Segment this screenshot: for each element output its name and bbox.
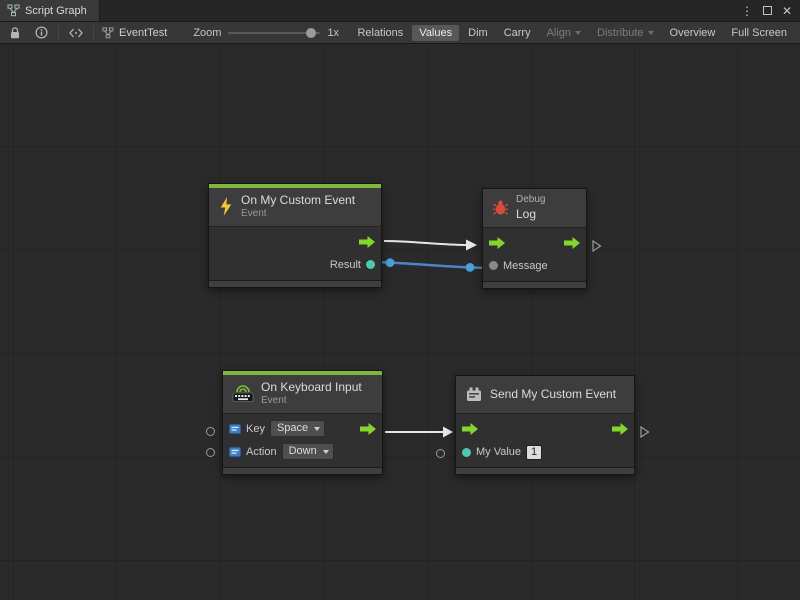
close-icon[interactable]: ✕: [782, 5, 792, 17]
toolbar-divider: [58, 26, 59, 40]
graph-name-label: EventTest: [119, 27, 167, 39]
key-input-port[interactable]: [206, 427, 215, 436]
node-header[interactable]: Send My Custom Event: [456, 376, 634, 414]
kebab-menu-icon[interactable]: ⋮: [741, 5, 753, 17]
flow-input-port[interactable]: [462, 423, 478, 435]
my-value-port[interactable]: [462, 448, 471, 457]
node-footer: [456, 467, 634, 474]
zoom-control: Zoom 1x: [193, 27, 339, 39]
graph-asset-icon: [102, 27, 114, 39]
flow-output-port[interactable]: [360, 423, 376, 435]
script-graph-icon: [7, 4, 20, 17]
enum-type-icon: [229, 423, 241, 435]
align-dropdown-button[interactable]: Align: [540, 25, 588, 41]
toolbar-buttons: Relations Values Dim Carry Align Distrib…: [350, 25, 794, 41]
node-header[interactable]: On Keyboard Input Event: [223, 375, 382, 414]
connection-value-result-to-message[interactable]: [369, 258, 491, 272]
result-value-port[interactable]: [366, 260, 375, 269]
my-value-input[interactable]: [526, 445, 542, 460]
script-graph-window: Script Graph ⋮ ✕: [0, 0, 800, 600]
node-body: Message: [483, 228, 586, 281]
tab-strip-empty: [100, 0, 741, 21]
zoom-slider-knob[interactable]: [306, 28, 316, 38]
carry-button[interactable]: Carry: [497, 25, 538, 41]
flow-output-port[interactable]: [359, 236, 375, 248]
node-on-my-custom-event[interactable]: On My Custom Event Event Result: [208, 183, 382, 288]
action-dropdown[interactable]: Down: [282, 443, 334, 460]
graph-toolbar: EventTest Zoom 1x Relations Values Dim C…: [0, 22, 800, 44]
node-header[interactable]: Debug Log: [483, 189, 586, 228]
zoom-label: Zoom: [193, 27, 221, 39]
connection-flow-keyboard-to-sendevent[interactable]: [385, 427, 453, 438]
node-body: Key Space Action Down: [223, 414, 382, 467]
flow-output-port[interactable]: [564, 237, 580, 249]
node-footer: [223, 467, 382, 474]
graph-canvas[interactable]: On My Custom Event Event Result: [0, 44, 800, 600]
node-category: Debug: [516, 194, 545, 207]
result-port-label: Result: [330, 259, 361, 271]
chevron-down-icon: [575, 31, 581, 35]
node-body: My Value: [456, 414, 634, 467]
maximize-icon[interactable]: [763, 6, 772, 15]
connection-flow-customevent-to-log[interactable]: [384, 240, 477, 251]
relations-button[interactable]: Relations: [350, 25, 410, 41]
lock-icon[interactable]: [6, 24, 24, 42]
action-port-label: Action: [246, 446, 277, 458]
node-footer: [483, 281, 586, 288]
bug-icon: [492, 199, 509, 216]
graph-reference[interactable]: EventTest: [102, 27, 167, 39]
fullscreen-button[interactable]: Full Screen: [724, 25, 794, 41]
node-subtitle: Event: [241, 208, 355, 221]
distribute-dropdown-button[interactable]: Distribute: [590, 25, 660, 41]
node-on-keyboard-input[interactable]: On Keyboard Input Event Key Space: [222, 370, 383, 475]
dim-button[interactable]: Dim: [461, 25, 495, 41]
zoom-value: 1x: [327, 27, 339, 39]
node-title: On Keyboard Input: [261, 380, 362, 395]
node-title: Log: [516, 207, 545, 222]
overview-button[interactable]: Overview: [663, 25, 723, 41]
my-value-input-port[interactable]: [436, 449, 445, 458]
values-button[interactable]: Values: [412, 25, 459, 41]
my-value-label: My Value: [476, 446, 521, 458]
tab-title: Script Graph: [25, 5, 87, 17]
info-icon[interactable]: [32, 24, 50, 42]
enum-type-icon: [229, 446, 241, 458]
tab-script-graph[interactable]: Script Graph: [0, 0, 100, 21]
node-debug-log[interactable]: Debug Log Message: [482, 188, 587, 289]
tab-bar: Script Graph ⋮ ✕: [0, 0, 800, 22]
custom-event-machine-icon: [465, 386, 483, 403]
node-title: On My Custom Event: [241, 193, 355, 208]
node-subtitle: Event: [261, 395, 362, 408]
code-view-icon[interactable]: [67, 24, 85, 42]
node-title: Send My Custom Event: [490, 387, 616, 402]
key-dropdown[interactable]: Space: [270, 420, 325, 437]
toolbar-divider: [93, 26, 94, 40]
flow-continuation-icon: [592, 240, 602, 252]
action-input-port[interactable]: [206, 448, 215, 457]
key-port-label: Key: [246, 423, 265, 435]
flow-input-port[interactable]: [489, 237, 505, 249]
node-header[interactable]: On My Custom Event Event: [209, 188, 381, 227]
keyboard-icon: [232, 384, 254, 403]
lightning-icon: [218, 197, 234, 216]
zoom-slider[interactable]: [228, 32, 320, 34]
node-body: Result: [209, 227, 381, 280]
flow-output-port[interactable]: [612, 423, 628, 435]
chevron-down-icon: [648, 31, 654, 35]
flow-continuation-icon: [640, 426, 650, 438]
message-value-port[interactable]: [489, 261, 498, 270]
node-send-my-custom-event[interactable]: Send My Custom Event My Value: [455, 375, 635, 475]
message-port-label: Message: [503, 260, 548, 272]
connection-layer: [0, 44, 800, 600]
window-controls: ⋮ ✕: [741, 0, 800, 21]
node-footer: [209, 280, 381, 287]
